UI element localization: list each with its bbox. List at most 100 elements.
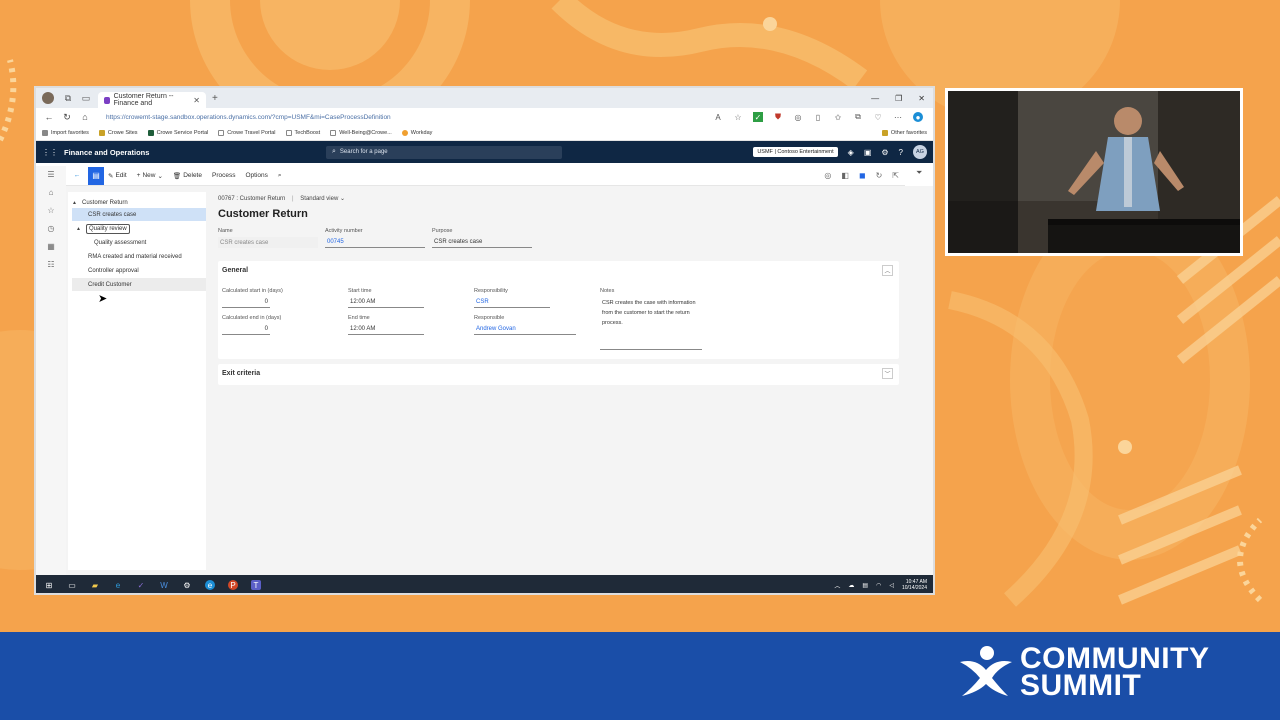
edge-icon[interactable]: e [205,580,215,590]
workspaces-nav-icon[interactable]: ▦ [47,242,55,251]
app-title[interactable]: Finance and Operations [64,148,149,157]
favorites-nav-icon[interactable]: ☆ [47,206,54,215]
workspaces-icon[interactable]: ⧉ [62,92,74,104]
copilot-icon[interactable]: ● [913,112,923,122]
tree-item-quality-review[interactable]: ▲ Quality review [76,222,130,235]
chevron-down-icon[interactable]: ⌄ [340,196,345,202]
refresh-icon[interactable]: ↻ [60,112,74,123]
visual-studio-icon[interactable]: ✓ [136,580,146,590]
browser-essentials-icon[interactable]: ♡ [873,112,883,122]
close-tab-icon[interactable]: ✕ [193,96,200,105]
favorite-travel-portal[interactable]: Crowe Travel Portal [218,130,276,136]
tree-item-credit-customer[interactable]: Credit Customer [72,278,206,291]
office-icon[interactable]: ◧ [841,171,849,180]
extension-green-icon[interactable]: ✓ [753,112,763,122]
view-selector[interactable]: Standard view [300,196,338,202]
company-picker[interactable]: USMF | Contoso Entertainment [753,147,838,157]
name-field[interactable]: CSR creates case [218,237,318,248]
user-avatar[interactable]: AG [913,145,927,159]
help-icon[interactable]: ? [899,148,903,157]
close-window-icon[interactable]: ✕ [918,94,925,103]
activity-number-field[interactable]: 00745 [325,237,425,248]
refresh-page-icon[interactable]: ↻ [876,171,883,180]
recent-nav-icon[interactable]: ◷ [48,224,55,233]
settings-icon[interactable]: ⚙ [182,580,192,590]
general-title[interactable]: General [222,267,248,274]
copilot-header-icon[interactable]: ◈ [848,148,854,157]
network-icon[interactable]: ▤ [862,582,868,589]
back-icon[interactable]: ← [42,112,56,122]
calc-start-field[interactable]: 0 [222,297,270,308]
favorites-icon[interactable]: ✩ [833,112,843,122]
caret-down-icon[interactable]: ▲ [76,226,86,232]
chevron-up-icon[interactable]: ︿ [882,265,893,276]
home-nav-icon[interactable]: ⌂ [49,188,54,197]
maximize-icon[interactable]: ❐ [895,94,902,103]
favorite-crowe-sites[interactable]: Crowe Sites [98,130,138,136]
start-time-field[interactable]: 12:00 AM [348,297,424,308]
popout-icon[interactable]: ⇱ [892,171,899,180]
settings-gear-icon[interactable]: ⚙ [881,148,888,157]
edit-button[interactable]: ✎ Edit [108,172,127,180]
caret-down-icon[interactable]: ▲ [72,200,82,206]
clock[interactable]: 10:47 AM 10/14/2024 [902,579,927,591]
favorite-techboost[interactable]: TechBoost [285,130,320,136]
favorite-workday[interactable]: Workday [401,130,432,136]
back-arrow-icon[interactable]: ← [70,172,84,179]
chevron-down-icon[interactable]: ﹀ [882,368,893,379]
minimize-icon[interactable]: — [871,94,879,103]
other-favorites[interactable]: Other favorites [881,130,927,136]
favorite-service-portal[interactable]: Crowe Service Portal [147,130,208,136]
modules-nav-icon[interactable]: ☷ [47,260,54,269]
purpose-field[interactable]: CSR creates case [432,237,532,248]
new-tab-icon[interactable]: + [212,93,218,104]
favorite-wellbeing[interactable]: Well-Being@Crowe... [330,130,392,136]
delete-button[interactable]: 🗑 Delete [173,172,202,180]
tree-item-csr-creates-case[interactable]: CSR creates case [72,208,206,221]
responsible-field[interactable]: Andrew Govan [474,324,576,335]
messages-icon[interactable]: ▣ [864,148,872,157]
favorite-star-icon[interactable]: ☆ [733,112,743,122]
favorite-import[interactable]: Import favorites [42,130,89,136]
filter-icon[interactable]: ⏷ [916,168,922,178]
url-field[interactable]: https://crowemt-stage.sandbox.operations… [106,114,713,121]
collections-icon[interactable]: ⧉ [853,112,863,122]
powerpoint-icon[interactable]: P [228,580,238,590]
more-icon[interactable]: ⋯ [893,112,903,122]
process-tab[interactable]: Process [212,172,235,179]
hamburger-menu-icon[interactable]: ☰ [47,170,54,179]
tree-item-quality-assessment[interactable]: Quality assessment [94,236,146,249]
extension-shield-icon[interactable]: ⛊ [773,112,783,122]
task-view-icon[interactable]: ▭ [67,580,77,590]
split-screen-icon[interactable]: ▯ [813,112,823,122]
word-icon[interactable]: W [159,580,169,590]
start-icon[interactable]: ⊞ [44,580,54,590]
browser-tab[interactable]: Customer Return -- Finance and ✕ [98,92,206,108]
wifi-icon[interactable]: ◠ [876,582,881,589]
tab-actions-icon[interactable]: ▭ [80,92,92,104]
internet-explorer-icon[interactable]: e [113,580,123,590]
home-icon[interactable]: ⌂ [78,112,92,122]
responsibility-field[interactable]: CSR [474,297,550,308]
tree-item-rma-created[interactable]: RMA created and material received [88,250,182,263]
teams-icon[interactable]: T [251,580,261,590]
calc-end-field[interactable]: 0 [222,324,270,335]
page-search-input[interactable]: ⌕ Search for a page [326,145,562,159]
end-time-field[interactable]: 12:00 AM [348,324,424,335]
notifications-icon[interactable]: ◼ [859,171,866,180]
notes-field[interactable]: CSR creates the case with information fr… [602,298,702,328]
tray-chevron-icon[interactable]: ︿ [834,581,840,590]
list-view-button[interactable]: ▤ [88,166,104,185]
onedrive-icon[interactable]: ☁ [848,582,854,589]
file-explorer-icon[interactable]: ▰ [90,580,100,590]
volume-icon[interactable]: ◁ [889,582,894,589]
tree-item-controller-approval[interactable]: Controller approval [88,264,139,277]
action-search-icon[interactable]: ⌕ [278,172,282,180]
read-aloud-icon[interactable]: A [713,112,723,122]
new-button[interactable]: + New ⌄ [137,172,163,180]
browser-profile-avatar[interactable] [42,92,54,104]
options-tab[interactable]: Options [245,172,267,179]
exit-criteria-title[interactable]: Exit criteria [222,370,260,377]
extension-circle-icon[interactable]: ◎ [793,112,803,122]
app-launcher-icon[interactable]: ⋮⋮ [42,148,58,157]
